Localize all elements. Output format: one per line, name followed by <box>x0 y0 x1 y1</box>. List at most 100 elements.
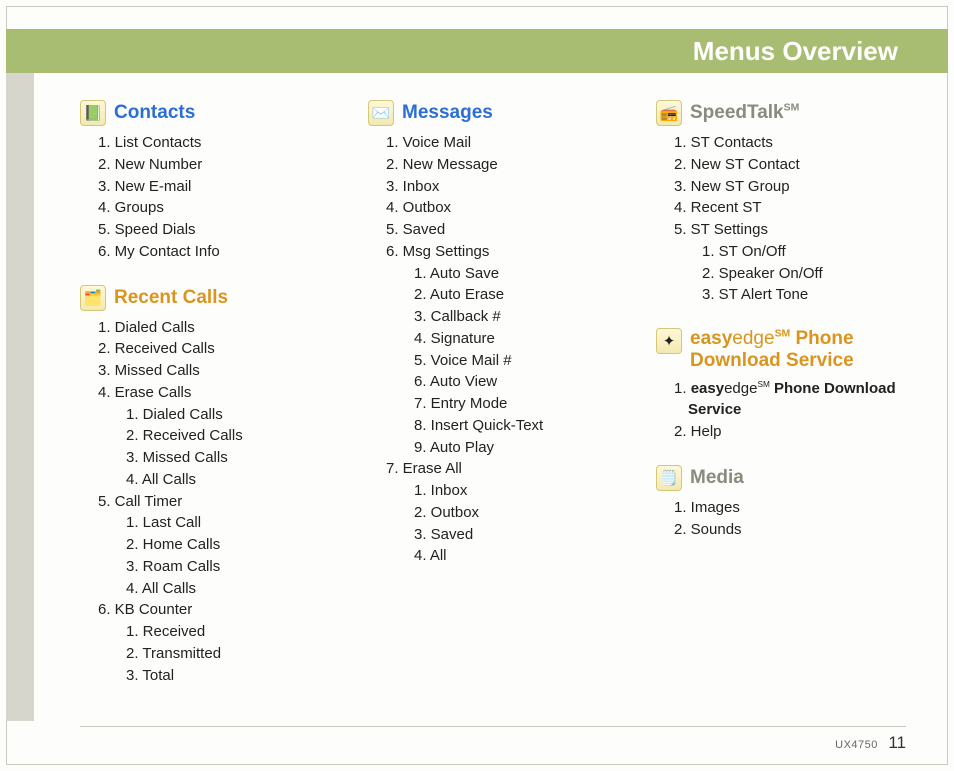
recent-calls-icon: 🗂️ <box>80 285 106 311</box>
list-item: 7. Entry Mode <box>414 393 626 415</box>
model-label: UX4750 <box>835 739 878 751</box>
msg-settings-sublist: 1. Auto Save 2. Auto Erase 3. Callback #… <box>386 263 626 459</box>
section-header-media: 🗒️ Media <box>656 465 914 491</box>
section-recent-calls: 🗂️ Recent Calls 1. Dialed Calls 2. Recei… <box>80 285 338 687</box>
list-item: 3. New E-mail <box>98 176 338 198</box>
kb-counter-sublist: 1. Received 2. Transmitted 3. Total <box>98 621 338 686</box>
list-item: 1. easyedgeSM Phone Download <box>674 378 914 400</box>
list-item: 4. All Calls <box>126 578 338 600</box>
contacts-list: 1. List Contacts 2. New Number 3. New E-… <box>80 132 338 263</box>
list-item: 1. ST On/Off <box>702 241 914 263</box>
list-item: 4. Groups <box>98 197 338 219</box>
column-3: 📻 SpeedTalkSM 1. ST Contacts 2. New ST C… <box>656 100 914 711</box>
column-2: ✉️ Messages 1. Voice Mail 2. New Message… <box>368 100 626 711</box>
header-title: Menus Overview <box>693 36 898 67</box>
messages-icon: ✉️ <box>368 100 394 126</box>
list-item: 1. Last Call <box>126 512 338 534</box>
list-item: 2. Received Calls <box>126 425 338 447</box>
column-1: 📗 Contacts 1. List Contacts 2. New Numbe… <box>80 100 338 711</box>
content: 📗 Contacts 1. List Contacts 2. New Numbe… <box>80 100 914 711</box>
list-item: 7. Erase All <box>386 458 626 480</box>
section-media: 🗒️ Media 1. Images 2. Sounds <box>656 465 914 541</box>
list-item: 2. New Number <box>98 154 338 176</box>
list-item: 3. Roam Calls <box>126 556 338 578</box>
list-item: 5. Speed Dials <box>98 219 338 241</box>
easyedge-title: easyedgeSM Phone Download Service <box>690 328 854 372</box>
sm-mark: SM <box>757 380 769 389</box>
messages-list: 1. Voice Mail 2. New Message 3. Inbox 4.… <box>368 132 626 567</box>
edge-text: edge <box>732 328 774 349</box>
erase-all-sublist: 1. Inbox 2. Outbox 3. Saved 4. All <box>386 480 626 567</box>
list-item: 2. New Message <box>386 154 626 176</box>
st-settings-sublist: 1. ST On/Off 2. Speaker On/Off 3. ST Ale… <box>674 241 914 306</box>
contacts-icon: 📗 <box>80 100 106 126</box>
header-band: Menus Overview <box>6 29 948 73</box>
list-item: 5. ST Settings <box>674 219 914 241</box>
list-item: 6. Auto View <box>414 371 626 393</box>
list-item-continuation: Service <box>674 399 914 421</box>
list-item: 2. Sounds <box>674 519 914 541</box>
speedtalk-title-text: SpeedTalk <box>690 102 784 123</box>
recent-list: 1. Dialed Calls 2. Received Calls 3. Mis… <box>80 317 338 687</box>
list-item: 5. Saved <box>386 219 626 241</box>
list-item: 6. My Contact Info <box>98 241 338 263</box>
list-item: 2. Transmitted <box>126 643 338 665</box>
list-item: 4. Erase Calls <box>98 382 338 404</box>
list-item: 2. Help <box>674 421 914 443</box>
list-item: 1. Voice Mail <box>386 132 626 154</box>
list-item: 3. ST Alert Tone <box>702 284 914 306</box>
list-item: 3. Saved <box>414 524 626 546</box>
list-item: 1. Dialed Calls <box>126 404 338 426</box>
speedtalk-title: SpeedTalkSM <box>690 102 799 124</box>
sm-mark: SM <box>775 329 791 340</box>
speedtalk-list: 1. ST Contacts 2. New ST Contact 3. New … <box>656 132 914 306</box>
speedtalk-icon: 📻 <box>656 100 682 126</box>
recent-calls-title: Recent Calls <box>114 287 228 309</box>
list-item: 2. Received Calls <box>98 338 338 360</box>
messages-title: Messages <box>402 102 493 124</box>
section-header-messages: ✉️ Messages <box>368 100 626 126</box>
media-title: Media <box>690 467 744 489</box>
list-item: 4. All <box>414 545 626 567</box>
list-item: 4. All Calls <box>126 469 338 491</box>
contacts-title: Contacts <box>114 102 195 124</box>
list-item: 3. Inbox <box>386 176 626 198</box>
phone-text: Phone <box>796 328 854 349</box>
list-item: 2. Auto Erase <box>414 284 626 306</box>
list-item: 2. Home Calls <box>126 534 338 556</box>
section-contacts: 📗 Contacts 1. List Contacts 2. New Numbe… <box>80 100 338 263</box>
section-messages: ✉️ Messages 1. Voice Mail 2. New Message… <box>368 100 626 567</box>
list-item: 4. Signature <box>414 328 626 350</box>
list-item: 8. Insert Quick-Text <box>414 415 626 437</box>
section-header-easyedge: ✦ easyedgeSM Phone Download Service <box>656 328 914 372</box>
media-list: 1. Images 2. Sounds <box>656 497 914 541</box>
list-item: 1. Images <box>674 497 914 519</box>
list-item: 1. List Contacts <box>98 132 338 154</box>
sm-mark: SM <box>784 103 800 114</box>
list-item: 1. Inbox <box>414 480 626 502</box>
easy-text: easy <box>690 328 732 349</box>
list-item: 9. Auto Play <box>414 437 626 459</box>
list-item: 4. Recent ST <box>674 197 914 219</box>
easy-bold: easy <box>691 380 724 397</box>
list-item: 1. Auto Save <box>414 263 626 285</box>
page-number: 11 <box>888 733 906 752</box>
list-item: 6. Msg Settings <box>386 241 626 263</box>
easyedge-icon: ✦ <box>656 328 682 354</box>
list-item: 2. Outbox <box>414 502 626 524</box>
list-item: 3. New ST Group <box>674 176 914 198</box>
section-easyedge: ✦ easyedgeSM Phone Download Service 1. e… <box>656 328 914 443</box>
download-service-text: Download Service <box>690 350 854 371</box>
section-speedtalk: 📻 SpeedTalkSM 1. ST Contacts 2. New ST C… <box>656 100 914 306</box>
footer: UX4750 11 <box>80 726 906 753</box>
easyedge-list: 1. easyedgeSM Phone Download Service 2. … <box>656 378 914 443</box>
list-item: 5. Call Timer <box>98 491 338 513</box>
list-item: 1. Dialed Calls <box>98 317 338 339</box>
list-item: 2. Speaker On/Off <box>702 263 914 285</box>
erase-calls-sublist: 1. Dialed Calls 2. Received Calls 3. Mis… <box>98 404 338 491</box>
list-item: 3. Missed Calls <box>98 360 338 382</box>
list-item: 5. Voice Mail # <box>414 350 626 372</box>
call-timer-sublist: 1. Last Call 2. Home Calls 3. Roam Calls… <box>98 512 338 599</box>
section-header-recent: 🗂️ Recent Calls <box>80 285 338 311</box>
section-header-contacts: 📗 Contacts <box>80 100 338 126</box>
